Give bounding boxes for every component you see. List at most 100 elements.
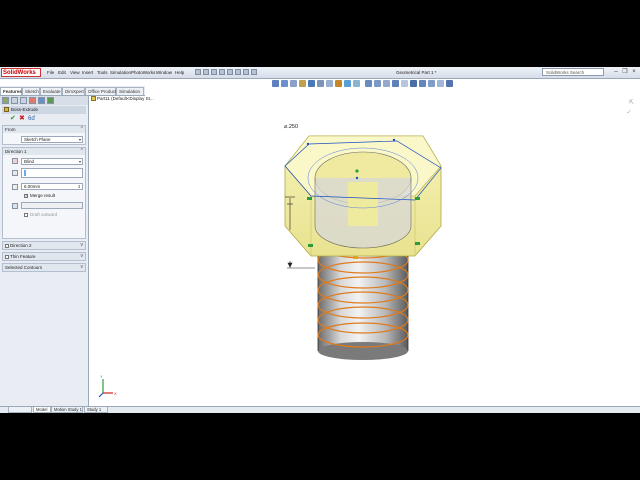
menu-tools[interactable]: Tools <box>97 68 108 77</box>
select-icon[interactable] <box>235 69 241 75</box>
graphics-area[interactable]: Part11 (Default<Display St... ⇱ ✓ X Y ⌀.… <box>89 96 640 406</box>
merge-result-checkbox[interactable]: ✓ <box>24 193 29 198</box>
direction2-group[interactable]: Direction 2 v <box>2 241 86 250</box>
tab-sketch[interactable]: Sketch <box>22 87 40 95</box>
menu-window[interactable]: Window <box>156 68 172 77</box>
menu-view[interactable]: View <box>70 68 80 77</box>
pan-icon[interactable] <box>374 80 381 87</box>
view-orientation-icon[interactable] <box>308 80 315 87</box>
appearance-tab[interactable] <box>47 97 54 104</box>
reverse-direction-icon[interactable] <box>12 158 18 164</box>
svg-text:Y: Y <box>100 374 103 379</box>
feature-manager-tab[interactable] <box>2 97 9 104</box>
depth-input[interactable]: 6.00mm ⇕ <box>21 183 83 190</box>
from-header[interactable]: From ^ <box>3 126 85 133</box>
thin-feature-header[interactable]: Thin Feature v <box>3 253 85 260</box>
direction1-group: Direction 1 ^ Blind ▾ 6.00mm ⇕ ✓ Merge resu… <box>2 147 86 239</box>
zoom-icon[interactable] <box>383 80 390 87</box>
new-icon[interactable] <box>195 69 201 75</box>
direction2-header-label: Direction 2 <box>10 243 32 248</box>
menu-file[interactable]: File <box>47 68 54 77</box>
shadows-icon[interactable] <box>446 80 453 87</box>
end-condition-select[interactable]: Blind ▾ <box>21 158 83 165</box>
draft-icon[interactable] <box>12 203 18 209</box>
menu-edit[interactable]: Edit <box>58 68 66 77</box>
view-settings-icon[interactable] <box>353 80 360 87</box>
hide-show-icon[interactable] <box>326 80 333 87</box>
tab-model[interactable]: Model <box>33 407 51 413</box>
perspective-icon[interactable] <box>437 80 444 87</box>
zoom-to-fit-icon[interactable] <box>272 80 279 87</box>
selected-contours-group[interactable]: Selected Contours v <box>2 263 86 272</box>
menu-insert[interactable]: Insert <box>82 68 93 77</box>
from-select[interactable]: Sketch Plane ▾ <box>21 136 83 143</box>
direction2-checkbox[interactable] <box>5 244 9 248</box>
direction-highlight <box>24 170 26 176</box>
tab-dimxpert[interactable]: DimXpert <box>62 87 85 95</box>
minimize-icon[interactable]: – <box>612 68 620 76</box>
thin-feature-checkbox[interactable] <box>5 255 9 259</box>
property-manager-tab[interactable] <box>11 97 18 104</box>
rebuild-icon[interactable] <box>243 69 249 75</box>
expand-icon: v <box>80 242 84 248</box>
thin-feature-header-label: Thin Feature <box>10 254 36 259</box>
options-icon[interactable] <box>251 69 257 75</box>
isometric-icon[interactable] <box>401 80 408 87</box>
restore-icon[interactable]: ❐ <box>621 68 629 76</box>
menu-bar: SolidWorks File Edit View Insert Tools S… <box>0 67 640 79</box>
display-style-icon[interactable] <box>317 80 324 87</box>
draft-outward-checkbox[interactable] <box>24 213 28 217</box>
direction-vector-field[interactable] <box>21 168 83 178</box>
check-icon: ✓ <box>25 193 29 198</box>
zoom-area-icon[interactable] <box>281 80 288 87</box>
search-input[interactable]: SolidWorks Search <box>542 68 604 76</box>
cancel-button[interactable]: ✖ <box>19 115 25 123</box>
collapse-icon: ^ <box>80 126 83 132</box>
tab-study[interactable]: Study 1 <box>84 407 108 413</box>
hidden-lines-icon[interactable] <box>428 80 435 87</box>
tab-simulation[interactable]: Simulation <box>116 87 144 95</box>
expand-icon: v <box>80 253 84 259</box>
draft-outward-label: Draft outward <box>30 212 58 217</box>
thin-feature-group[interactable]: Thin Feature v <box>2 252 86 261</box>
tab-evaluate[interactable]: Evaluate <box>40 87 62 95</box>
section-view-icon[interactable] <box>299 80 306 87</box>
detailed-preview-icon[interactable]: 6ď <box>28 115 35 123</box>
menu-simulation[interactable]: Simulation <box>110 68 131 77</box>
display-manager-tab[interactable] <box>38 97 45 104</box>
solidworks-logo[interactable]: SolidWorks <box>1 68 41 77</box>
apply-scene-icon[interactable] <box>344 80 351 87</box>
ok-button[interactable]: ✔ <box>10 115 16 123</box>
tab-features[interactable]: Features <box>0 87 22 95</box>
merge-result-label: Merge result <box>30 193 56 198</box>
draft-angle-input[interactable] <box>21 202 83 209</box>
save-icon[interactable] <box>211 69 217 75</box>
direction1-header[interactable]: Direction 1 ^ <box>3 148 85 155</box>
collapse-icon: ^ <box>80 148 83 154</box>
tab-office-products[interactable]: Office Products <box>85 87 119 95</box>
command-manager-tabs: Features Sketch Evaluate DimXpert Office… <box>0 86 145 96</box>
direction1-header-label: Direction 1 <box>5 149 27 154</box>
wireframe-icon[interactable] <box>419 80 426 87</box>
rotate-icon[interactable] <box>365 80 372 87</box>
shaded-icon[interactable] <box>410 80 417 87</box>
open-icon[interactable] <box>203 69 209 75</box>
close-icon[interactable]: × <box>630 68 638 76</box>
normal-to-icon[interactable] <box>392 80 399 87</box>
direction2-header[interactable]: Direction 2 v <box>3 242 85 249</box>
dimxpert-manager-tab[interactable] <box>29 97 36 104</box>
from-header-label: From <box>5 127 16 132</box>
undo-icon[interactable] <box>227 69 233 75</box>
configuration-manager-tab[interactable] <box>20 97 27 104</box>
menu-help[interactable]: Help <box>175 68 184 77</box>
previous-view-icon[interactable] <box>290 80 297 87</box>
edit-appearance-icon[interactable] <box>335 80 342 87</box>
dimension-value[interactable]: ⌀.250 <box>284 124 298 130</box>
property-manager-pane: Boss-Extrude ✔ ✖ 6ď From ^ Sketch Plane ▾ … <box>0 96 89 406</box>
tab-motion-study[interactable]: Motion Study 1 <box>51 407 83 413</box>
selected-contours-header[interactable]: Selected Contours v <box>3 264 85 271</box>
tab-scroll-buttons[interactable] <box>8 407 32 413</box>
print-icon[interactable] <box>219 69 225 75</box>
svg-text:X: X <box>114 391 117 396</box>
menu-photoworks[interactable]: PhotoWorks <box>131 68 155 77</box>
